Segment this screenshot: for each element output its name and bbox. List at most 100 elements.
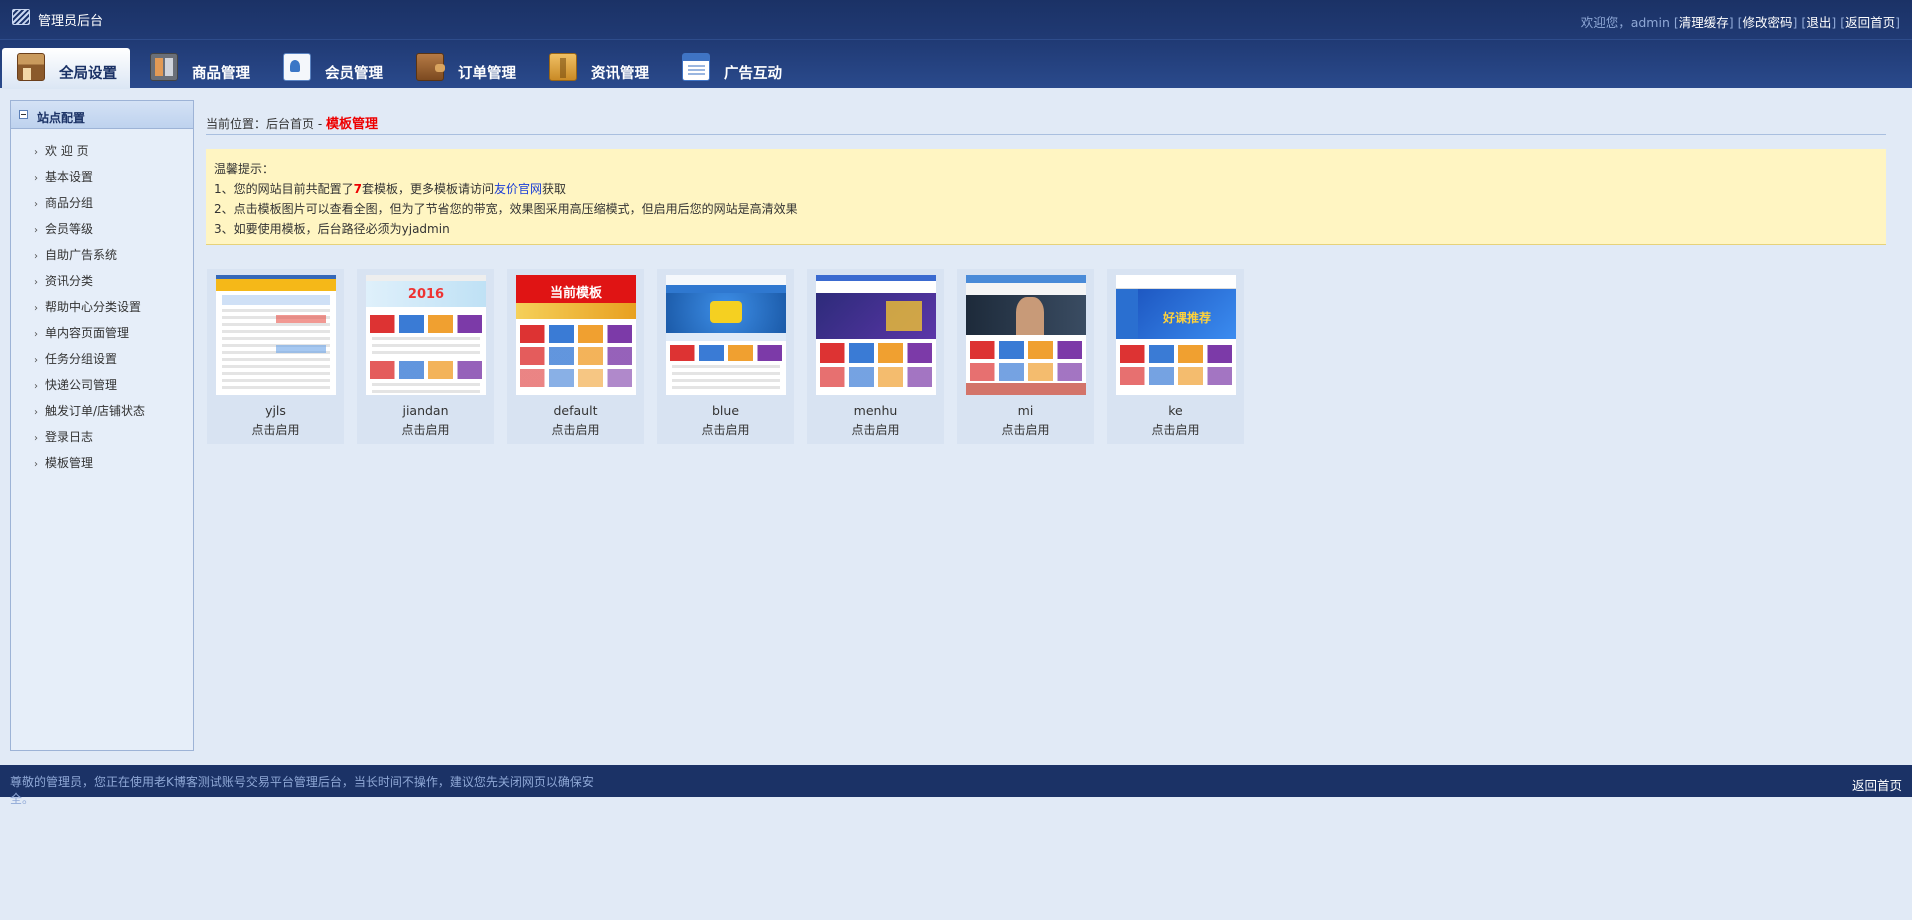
sidebar-item-label: 模板管理 xyxy=(45,456,94,470)
chevron-right-icon: › xyxy=(34,147,38,158)
enable-template-button[interactable]: 点击启用 xyxy=(657,421,794,438)
tab-label: 商品管理 xyxy=(192,66,250,82)
sidebar-item-label: 欢 迎 页 xyxy=(45,144,89,158)
template-thumbnail[interactable] xyxy=(216,275,336,395)
sidebar-item-label: 登录日志 xyxy=(45,430,94,444)
sidebar-item-login-log[interactable]: › 登录日志 xyxy=(11,430,193,456)
template-thumbnail[interactable]: 好课推荐 xyxy=(1116,275,1236,395)
clear-cache-link[interactable]: 清理缓存 xyxy=(1679,15,1729,30)
sidebar-item-label: 自助广告系统 xyxy=(45,248,118,262)
sidebar-item-label: 任务分组设置 xyxy=(45,352,118,366)
sidebar-header[interactable]: 站点配置 xyxy=(11,101,193,129)
breadcrumb-current: 模板管理 xyxy=(325,117,378,132)
breadcrumb: 当前位置：后台首页 - 模板管理 xyxy=(206,113,378,132)
change-password-link[interactable]: 修改密码 xyxy=(1743,15,1793,30)
tab-members[interactable]: 会员管理 xyxy=(268,48,396,89)
site-title: 管理员后台 xyxy=(38,14,104,29)
footer-home-link[interactable]: 返回首页 xyxy=(1852,775,1902,794)
home-box-icon xyxy=(17,53,45,81)
tips-box: 温馨提示： 1、您的网站目前共配置了7套模板，更多模板请访问友价官网获取 2、点… xyxy=(206,149,1886,245)
chevron-right-icon: › xyxy=(34,329,38,340)
wallet-icon xyxy=(416,53,445,81)
sidebar: 站点配置 › 欢 迎 页 › 基本设置 › 商品分组 › 会员等级 › 自助广告系统 › 资… xyxy=(10,100,194,751)
template-name: default xyxy=(553,403,598,418)
sidebar-item-ad-system[interactable]: › 自助广告系统 xyxy=(11,248,193,274)
template-thumbnail[interactable] xyxy=(816,275,936,395)
chevron-right-icon: › xyxy=(34,199,38,210)
logout-link[interactable]: 退出 xyxy=(1806,15,1831,30)
enable-template-button[interactable]: 点击启用 xyxy=(507,421,644,438)
chevron-right-icon: › xyxy=(34,433,38,444)
sidebar-item-label: 触发订单/店铺状态 xyxy=(45,404,146,418)
tab-label: 全局设置 xyxy=(59,66,117,82)
banner-text: 2016 xyxy=(407,287,445,302)
divider xyxy=(206,134,1886,135)
news-folder-icon xyxy=(549,53,577,81)
tab-news[interactable]: 资讯管理 xyxy=(534,48,662,89)
tips-line-2: 2、点击模板图片可以查看全图，但为了节省您的带宽，效果图采用高压缩模式，但启用后… xyxy=(214,202,798,216)
top-bar: 管理员后台 欢迎您，admin [清理缓存] [修改密码] [退出] [返回首页… xyxy=(0,0,1912,39)
enable-template-button[interactable]: 点击启用 xyxy=(957,421,1094,438)
chevron-right-icon: › xyxy=(34,173,38,184)
chevron-right-icon: › xyxy=(34,355,38,366)
sidebar-item-news-categories[interactable]: › 资讯分类 xyxy=(11,274,193,300)
tips-line-3: 3、如要使用模板，后台路径必须为yjadmin xyxy=(214,222,450,236)
footer: 尊敬的管理员，您正在使用老K博客测试账号交易平台管理后台，当长时间不操作，建议您… xyxy=(0,765,1912,806)
chevron-right-icon: › xyxy=(34,225,38,236)
template-thumbnail[interactable] xyxy=(966,275,1086,395)
template-thumbnail[interactable]: 当前模板 xyxy=(516,275,636,395)
sidebar-item-trigger-status[interactable]: › 触发订单/店铺状态 xyxy=(11,404,193,430)
sidebar-menu: › 欢 迎 页 › 基本设置 › 商品分组 › 会员等级 › 自助广告系统 › 资讯分类 ›… xyxy=(11,144,193,482)
template-card-default: 当前模板 default 点击启用 xyxy=(507,269,644,444)
template-name: yjls xyxy=(265,403,286,418)
tab-label: 资讯管理 xyxy=(591,66,649,82)
top-links: 欢迎您，admin [清理缓存] [修改密码] [退出] [返回首页] xyxy=(1580,15,1900,30)
tab-ads[interactable]: 广告互动 xyxy=(667,48,795,89)
collapse-icon[interactable] xyxy=(19,110,28,119)
main-nav: 全局设置 商品管理 会员管理 订单管理 资讯管理 广告互动 xyxy=(0,39,1912,89)
sidebar-item-label: 会员等级 xyxy=(45,222,94,236)
template-name: jiandan xyxy=(402,403,449,418)
sidebar-item-express-companies[interactable]: › 快递公司管理 xyxy=(11,378,193,404)
template-thumbnail[interactable] xyxy=(666,275,786,395)
goods-grid-icon xyxy=(150,53,178,81)
enable-template-button[interactable]: 点击启用 xyxy=(357,421,494,438)
sidebar-item-basic-settings[interactable]: › 基本设置 xyxy=(11,170,193,196)
enable-template-button[interactable]: 点击启用 xyxy=(807,421,944,438)
sidebar-item-templates[interactable]: › 模板管理 xyxy=(11,456,193,482)
tab-orders[interactable]: 订单管理 xyxy=(401,48,529,89)
tab-goods[interactable]: 商品管理 xyxy=(135,48,263,89)
template-card-jiandan: 2016 jiandan 点击启用 xyxy=(357,269,494,444)
sidebar-item-goods-groups[interactable]: › 商品分组 xyxy=(11,196,193,222)
chevron-right-icon: › xyxy=(34,407,38,418)
template-card-blue: blue 点击启用 xyxy=(657,269,794,444)
sidebar-item-welcome[interactable]: › 欢 迎 页 xyxy=(11,144,193,170)
footer-notice: 尊敬的管理员，您正在使用老K博客测试账号交易平台管理后台，当长时间不操作，建议您… xyxy=(10,775,594,806)
chevron-right-icon: › xyxy=(34,277,38,288)
tips-line-1: 1、您的网站目前共配置了7套模板，更多模板请访问友价官网获取 xyxy=(214,182,567,196)
sidebar-item-label: 商品分组 xyxy=(45,196,94,210)
sidebar-item-member-levels[interactable]: › 会员等级 xyxy=(11,222,193,248)
sidebar-item-label: 单内容页面管理 xyxy=(45,326,130,340)
sidebar-item-label: 资讯分类 xyxy=(45,274,94,288)
breadcrumb-prefix[interactable]: 当前位置：后台首页 - xyxy=(206,117,326,131)
template-name: mi xyxy=(1017,403,1034,418)
enable-template-button[interactable]: 点击启用 xyxy=(207,421,344,438)
template-card-yjls: yjls 点击启用 xyxy=(207,269,344,444)
sidebar-item-task-groups[interactable]: › 任务分组设置 xyxy=(11,352,193,378)
chevron-right-icon: › xyxy=(34,381,38,392)
member-card-icon xyxy=(283,53,311,81)
home-link[interactable]: 返回首页 xyxy=(1845,15,1895,30)
sidebar-item-help-categories[interactable]: › 帮助中心分类设置 xyxy=(11,300,193,326)
ad-window-icon xyxy=(682,53,710,81)
tab-label: 广告互动 xyxy=(724,66,782,82)
banner-text: 当前模板 xyxy=(549,286,602,301)
official-site-link[interactable]: 友价官网 xyxy=(494,182,542,196)
sidebar-item-label: 快递公司管理 xyxy=(45,378,118,392)
sidebar-item-single-pages[interactable]: › 单内容页面管理 xyxy=(11,326,193,352)
tab-global-settings[interactable]: 全局设置 xyxy=(2,48,130,89)
sidebar-title: 站点配置 xyxy=(37,111,86,125)
template-thumbnail[interactable]: 2016 xyxy=(366,275,486,395)
tab-label: 会员管理 xyxy=(325,66,383,82)
enable-template-button[interactable]: 点击启用 xyxy=(1107,421,1244,438)
